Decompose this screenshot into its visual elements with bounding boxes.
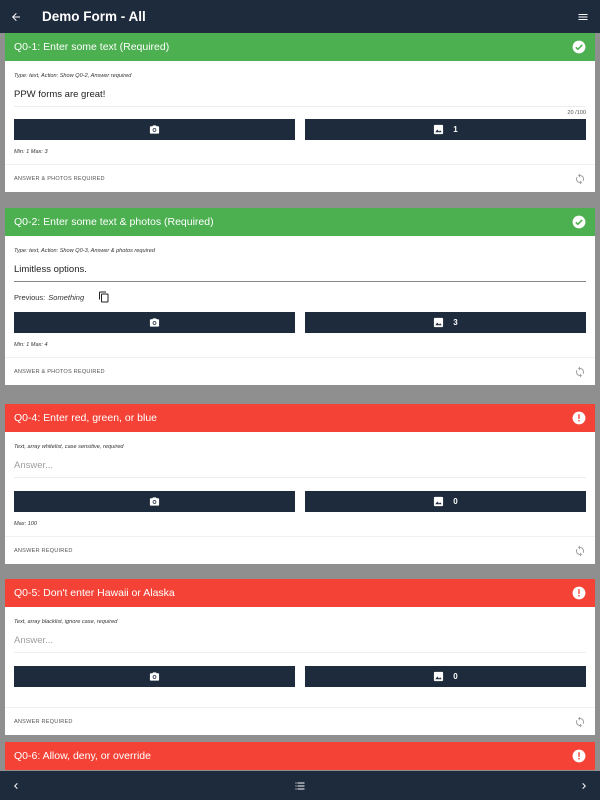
gallery-button[interactable]: 0 (305, 666, 586, 687)
question-title: Q0-1: Enter some text (Required) (14, 41, 170, 53)
question-header[interactable]: Q0-6: Allow, deny, or override (5, 742, 595, 770)
copy-icon (99, 291, 109, 303)
camera-icon (149, 125, 160, 134)
menu-icon (578, 13, 588, 20)
gallery-button[interactable]: 3 (305, 312, 586, 333)
chevron-right-icon (582, 782, 586, 789)
check-circle-icon (572, 40, 586, 54)
requirement-label: Answer & photos required (14, 175, 105, 182)
question-title: Q0-2: Enter some text & photos (Required… (14, 216, 214, 228)
image-icon (434, 671, 444, 682)
question-header[interactable]: Q0-5: Don't enter Hawaii or Alaska (5, 579, 595, 607)
question-title: Q0-6: Allow, deny, or override (14, 750, 151, 762)
question-header[interactable]: Q0-1: Enter some text (Required) (5, 33, 595, 61)
copy-previous-button[interactable] (98, 291, 110, 303)
image-icon (434, 317, 444, 328)
sync-icon[interactable] (574, 716, 586, 728)
camera-button[interactable] (14, 312, 295, 333)
menu-button[interactable] (566, 0, 600, 33)
list-icon (295, 782, 305, 789)
sync-icon[interactable] (574, 366, 586, 378)
answer-field[interactable]: PPW forms are great! (14, 83, 586, 107)
question-card-q0-5: Q0-5: Don't enter Hawaii or Alaska Text,… (5, 579, 595, 735)
page-title: Demo Form - All (42, 9, 146, 24)
photo-limits: Max: 100 (14, 521, 38, 527)
camera-icon (149, 672, 160, 681)
question-meta: Text, array whitelist, case sensitive, r… (14, 444, 124, 450)
question-card-q0-1: Q0-1: Enter some text (Required) Type: t… (5, 33, 595, 192)
image-icon (434, 496, 444, 507)
question-header[interactable]: Q0-4: Enter red, green, or blue (5, 404, 595, 432)
chevron-left-icon (14, 782, 18, 789)
sync-icon[interactable] (574, 545, 586, 557)
gallery-button[interactable]: 1 (305, 119, 586, 140)
camera-button[interactable] (14, 666, 295, 687)
bottom-nav-bar (0, 771, 600, 800)
previous-button[interactable] (0, 771, 32, 800)
alert-circle-icon (572, 749, 586, 763)
question-meta: Text, array blacklist, ignore case, requ… (14, 619, 118, 625)
camera-button[interactable] (14, 491, 295, 512)
previous-label: Previous: (14, 292, 46, 302)
answer-field[interactable]: Answer... (14, 454, 586, 478)
camera-button[interactable] (14, 119, 295, 140)
previous-answer: Previous: Something (14, 282, 586, 312)
question-card-q0-4: Q0-4: Enter red, green, or blue Text, ar… (5, 404, 595, 564)
requirement-label: Answer & photos required (14, 368, 105, 375)
back-button[interactable] (0, 0, 32, 33)
question-card-q0-2: Q0-2: Enter some text & photos (Required… (5, 208, 595, 385)
photo-count: 0 (453, 672, 458, 681)
requirement-label: Answer required (14, 718, 73, 725)
char-counter: 20 /100 (567, 110, 586, 116)
photo-count: 1 (453, 125, 458, 134)
check-circle-icon (572, 215, 586, 229)
question-title: Q0-4: Enter red, green, or blue (14, 412, 157, 424)
requirement-label: Answer required (14, 547, 73, 554)
camera-icon (149, 318, 160, 327)
app-bar: Demo Form - All (0, 0, 600, 33)
image-icon (434, 124, 444, 135)
photo-count: 3 (453, 318, 458, 327)
previous-value: Something (48, 292, 85, 302)
question-title: Q0-5: Don't enter Hawaii or Alaska (14, 587, 175, 599)
answer-field[interactable]: Answer... (14, 629, 586, 653)
arrow-back-icon (12, 12, 20, 21)
photo-limits: Min: 1 Max: 4 (14, 342, 48, 348)
question-list-button[interactable] (284, 771, 316, 800)
photo-count: 0 (453, 497, 458, 506)
question-card-q0-6: Q0-6: Allow, deny, or override (5, 742, 595, 770)
answer-field[interactable]: Limitless options. (14, 258, 586, 282)
photo-limits: Min: 1 Max: 3 (14, 149, 48, 155)
gallery-button[interactable]: 0 (305, 491, 586, 512)
alert-circle-icon (572, 586, 586, 600)
next-button[interactable] (568, 771, 600, 800)
alert-circle-icon (572, 411, 586, 425)
sync-icon[interactable] (574, 173, 586, 185)
question-meta: Type: text, Action: Show Q0-3, Answer & … (14, 248, 155, 254)
camera-icon (149, 497, 160, 506)
form-content[interactable]: Q0-1: Enter some text (Required) Type: t… (0, 33, 600, 771)
question-header[interactable]: Q0-2: Enter some text & photos (Required… (5, 208, 595, 236)
question-meta: Type: text, Action: Show Q0-2, Answer re… (14, 73, 132, 79)
